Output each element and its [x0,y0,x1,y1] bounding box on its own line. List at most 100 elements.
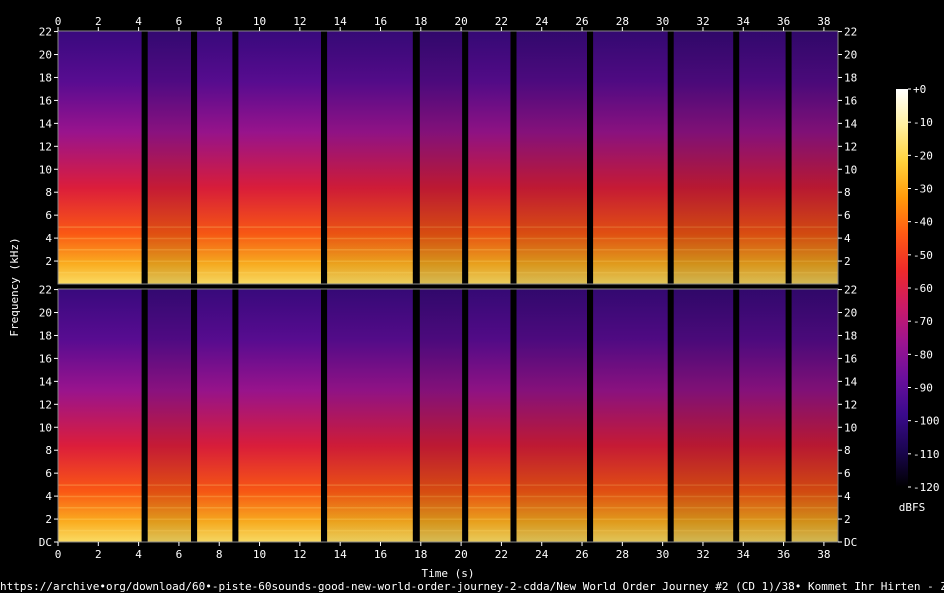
x-tick-label-bottom: 4 [135,548,142,561]
y-tick-label-right: 2 [844,513,851,526]
y-tick-label-right: 14 [844,117,858,130]
spectrum-segment [516,31,587,284]
spectrum-segment [516,289,587,542]
y-tick-label-left: 2 [45,513,52,526]
x-tick-label-bottom: 38 [817,548,830,561]
y-tick-label-right: DC [844,536,857,549]
spectrum-segment [739,289,786,542]
x-tick-label-bottom: 12 [293,548,306,561]
x-tick-label-top: 4 [135,15,142,28]
spectrum-segment [238,31,321,284]
y-tick-label-left: 16 [39,94,52,107]
spectrogram-chart: 0022446688101012121414161618182020222224… [0,15,944,593]
colorbar-tick-label: -110 [913,448,940,461]
x-tick-label-top: 30 [656,15,669,28]
x-axis-label: Time (s) [422,567,475,580]
y-tick-label-right: 12 [844,398,857,411]
x-tick-label-top: 16 [374,15,387,28]
y-tick-label-left: 20 [39,49,52,62]
spectrum-segment [58,31,142,284]
y-tick-label-left: 6 [45,209,52,222]
spectrum-segment [58,289,142,542]
y-tick-label-left: 12 [39,398,52,411]
y-tick-label-left: 12 [39,140,52,153]
x-tick-label-bottom: 34 [737,548,751,561]
y-tick-label-left: 20 [39,307,52,320]
x-tick-label-top: 24 [535,15,549,28]
x-tick-label-top: 32 [696,15,709,28]
y-tick-label-left: 22 [39,26,52,39]
x-tick-label-top: 12 [293,15,306,28]
x-tick-label-top: 38 [817,15,830,28]
x-tick-label-bottom: 6 [176,548,183,561]
colorbar-tick-label: -10 [913,116,933,129]
spectrum-segment [419,289,463,542]
y-tick-label-left: 8 [45,444,52,457]
spectrum-segment [673,289,734,542]
x-tick-label-bottom: 22 [495,548,508,561]
spectrum-segment [197,289,233,542]
spectrum-segment [147,31,191,284]
colorbar-tick-label: -50 [913,249,933,262]
spectrum-segment [468,31,511,284]
colorbar-tick-label: -90 [913,382,933,395]
y-tick-label-left: 10 [39,421,52,434]
x-tick-label-top: 22 [495,15,508,28]
spectrum-segment [673,31,734,284]
colorbar-tick-label: -100 [913,415,940,428]
y-tick-label-right: 12 [844,140,857,153]
spectrum-segment [468,289,511,542]
colorbar-tick-label: -80 [913,348,933,361]
x-tick-label-bottom: 28 [616,548,629,561]
spectrum-segment [197,31,233,284]
colorbar-tick-label: -40 [913,216,933,229]
y-tick-label-right: 14 [844,375,858,388]
y-tick-label-right: 20 [844,49,857,62]
x-tick-label-bottom: 0 [55,548,62,561]
y-tick-label-left: 18 [39,71,52,84]
y-tick-label-left: 16 [39,352,52,365]
x-tick-label-top: 0 [55,15,62,28]
x-tick-label-bottom: 30 [656,548,669,561]
spectrum-segment [238,289,321,542]
colorbar-label: dBFS [899,501,926,514]
y-axis-label: Frequency (kHz) [8,237,21,336]
y-tick-label-right: 22 [844,26,857,39]
x-tick-label-top: 8 [216,15,223,28]
y-tick-label-right: 8 [844,186,851,199]
spectrum-segment [593,289,668,542]
spectrum-segment [791,31,838,284]
x-tick-label-top: 18 [414,15,427,28]
y-tick-label-left: 10 [39,163,52,176]
colorbar-tick-label: -30 [913,183,933,196]
y-tick-label-right: 6 [844,209,851,222]
colorbar-tick-label: -60 [913,282,933,295]
y-tick-label-right: 22 [844,284,857,297]
x-tick-label-top: 20 [454,15,467,28]
spectrum-segment [791,289,838,542]
y-tick-label-right: 4 [844,490,851,503]
y-tick-label-right: 4 [844,232,851,245]
colorbar-tick-label: -70 [913,315,933,328]
x-tick-label-bottom: 36 [777,548,790,561]
y-tick-label-right: 20 [844,307,857,320]
x-tick-label-bottom: 24 [535,548,549,561]
x-tick-label-top: 36 [777,15,790,28]
y-tick-label-left: 4 [45,490,52,503]
spectrum-segment [147,289,191,542]
spectrum-segment [593,31,668,284]
y-tick-label-right: 18 [844,329,857,342]
x-tick-label-top: 26 [575,15,588,28]
spectrum-segment [419,31,463,284]
colorbar-scale [896,89,908,487]
spectrum-segment [327,289,413,542]
x-tick-label-bottom: 16 [374,548,387,561]
colorbar-tick-label: +0 [913,83,926,96]
y-tick-label-left: 6 [45,467,52,480]
y-tick-label-left: 14 [39,117,53,130]
spectrum-segment [739,31,786,284]
y-tick-label-left: 4 [45,232,52,245]
x-tick-label-bottom: 26 [575,548,588,561]
y-tick-label-right: 2 [844,255,851,268]
y-tick-label-right: 16 [844,352,857,365]
